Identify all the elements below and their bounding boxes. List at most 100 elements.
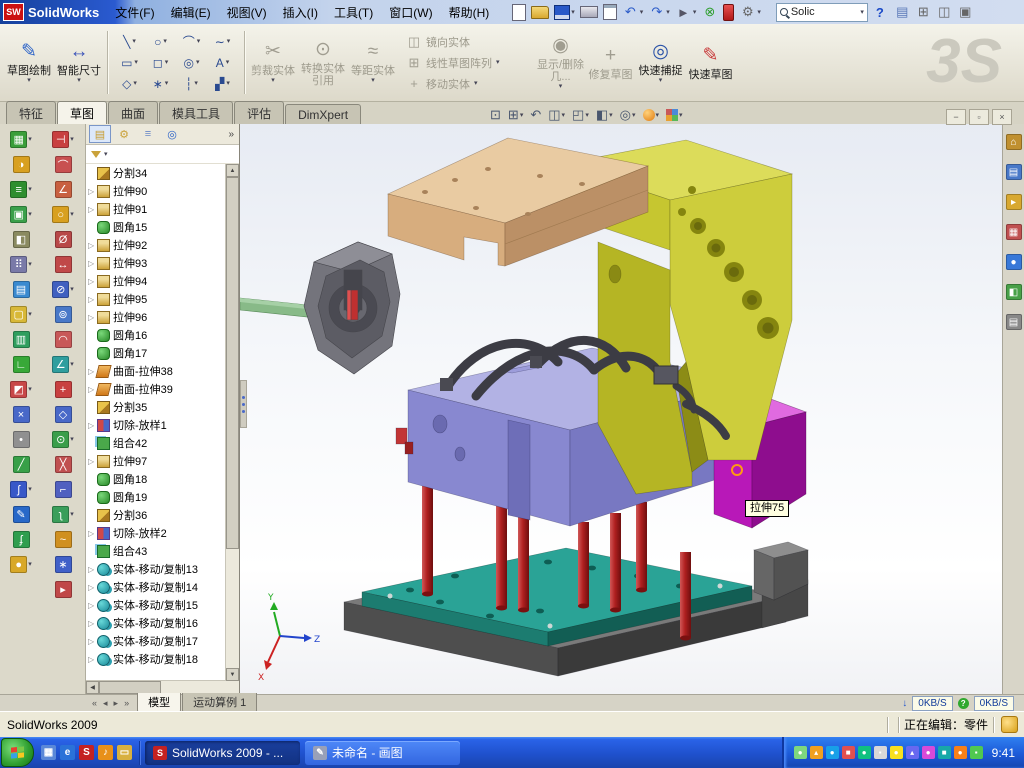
- left-tool-icon-colA-8[interactable]: ▥: [13, 327, 30, 352]
- featuremanager-tab[interactable]: ▤: [89, 125, 111, 143]
- tree-item-17[interactable]: 圆角18: [86, 470, 226, 488]
- polygon-icon[interactable]: ◇▾: [114, 73, 145, 94]
- left-tool-icon-colB-7[interactable]: ⊚: [55, 302, 72, 327]
- zoom-area-icon[interactable]: ⊞▾: [506, 106, 525, 124]
- doc-minimize-button[interactable]: −: [946, 109, 966, 125]
- expand-arrow-icon[interactable]: ▷: [88, 295, 97, 304]
- print-icon[interactable]: [579, 5, 599, 19]
- tree-item-26[interactable]: ▷实体-移动/复制17: [86, 632, 226, 650]
- rebuild-icon[interactable]: ⊗: [700, 3, 719, 21]
- left-tool-icon-colB-4[interactable]: Ø: [55, 227, 72, 252]
- expand-arrow-icon[interactable]: ▷: [88, 205, 97, 214]
- taskbar-task-0[interactable]: SSolidWorks 2009 - ...: [145, 741, 300, 765]
- left-tool-icon-colB-6[interactable]: ⊘▾: [52, 277, 74, 302]
- tree-item-20[interactable]: ▷切除-放样2: [86, 524, 226, 542]
- tray-icon-8[interactable]: ●: [922, 746, 935, 759]
- left-tool-icon-colA-1[interactable]: ◑: [13, 152, 30, 177]
- tree-item-6[interactable]: ▷拉伸94: [86, 272, 226, 290]
- expand-arrow-icon[interactable]: ▷: [88, 277, 97, 286]
- left-tool-icon-colA-5[interactable]: ⠿▾: [10, 252, 32, 277]
- model-canvas[interactable]: Y X Z: [240, 124, 1002, 694]
- tray-icon-5[interactable]: ▪: [874, 746, 887, 759]
- slot-icon[interactable]: ◻▾: [145, 52, 176, 73]
- circle-icon[interactable]: ○▾: [145, 31, 176, 52]
- menu-item-5[interactable]: 窗口(W): [381, 0, 440, 25]
- expand-arrow-icon[interactable]: ▷: [88, 421, 97, 430]
- tray-icon-11[interactable]: ▪: [970, 746, 983, 759]
- filter-dropdown-icon[interactable]: ▾: [104, 151, 108, 158]
- cmd-display-delete-relations[interactable]: ◉显示/删除几...▾: [536, 26, 586, 99]
- hide-show-items-icon[interactable]: ◎▾: [618, 106, 638, 124]
- model-tab-1[interactable]: 运动算例 1: [182, 693, 257, 713]
- tree-item-4[interactable]: ▷拉伸92: [86, 236, 226, 254]
- zoom-fit-icon[interactable]: ⊡: [488, 106, 503, 124]
- media-player-icon[interactable]: ♪: [98, 745, 113, 760]
- left-tool-icon-colB-14[interactable]: ⌐: [55, 477, 72, 502]
- hide-panes-icon[interactable]: ◫: [936, 4, 953, 20]
- left-tool-icon-colA-13[interactable]: ╱: [13, 452, 30, 477]
- expand-arrow-icon[interactable]: ▷: [88, 241, 97, 250]
- task-pane-icon[interactable]: ▤: [894, 4, 911, 20]
- options-icon[interactable]: ⚙▾: [738, 3, 762, 21]
- left-tool-icon-colA-7[interactable]: ▢▾: [10, 302, 32, 327]
- menu-item-0[interactable]: 文件(F): [107, 0, 162, 25]
- cmd-linear-sketch-pattern[interactable]: ⊞线性草图阵列▾: [402, 53, 504, 73]
- left-tool-icon-colB-3[interactable]: ○▾: [52, 202, 74, 227]
- left-tool-icon-colB-12[interactable]: ⊙▾: [52, 427, 74, 452]
- expand-arrow-icon[interactable]: ▷: [88, 187, 97, 196]
- left-tool-icon-colA-4[interactable]: ◧: [13, 227, 30, 252]
- new-document-icon[interactable]: [511, 3, 527, 22]
- tray-icon-6[interactable]: ●: [890, 746, 903, 759]
- left-tool-icon-colA-14[interactable]: ʃ▾: [10, 477, 32, 502]
- rectangle-icon[interactable]: ▭▾: [114, 52, 145, 73]
- scroll-down-icon[interactable]: ▼: [226, 668, 239, 681]
- tree-item-5[interactable]: ▷拉伸93: [86, 254, 226, 272]
- search-dropdown-icon[interactable]: ▾: [860, 9, 864, 16]
- left-tool-icon-colA-9[interactable]: ∟: [13, 352, 30, 377]
- spline-icon[interactable]: ∼▾: [207, 31, 238, 52]
- configurationmanager-tab[interactable]: ≡: [137, 125, 159, 143]
- cmd-smart-dimension[interactable]: ↔智能尺寸▾: [54, 26, 104, 99]
- expand-arrow-icon[interactable]: ▷: [88, 619, 97, 628]
- left-tool-icon-colB-18[interactable]: ▸: [55, 577, 72, 602]
- command-tab-2[interactable]: 曲面: [108, 101, 158, 124]
- left-tool-icon-colB-9[interactable]: ∠▾: [52, 352, 74, 377]
- menu-item-2[interactable]: 视图(V): [219, 0, 275, 25]
- design-library-icon[interactable]: ▤: [1006, 164, 1022, 180]
- left-tool-icon-colA-2[interactable]: ≡▾: [10, 177, 32, 202]
- panel-chevron-icon[interactable]: »: [228, 129, 236, 140]
- save-icon[interactable]: ▾: [553, 4, 576, 21]
- command-tab-5[interactable]: DimXpert: [285, 104, 361, 124]
- internet-explorer-icon[interactable]: e: [60, 745, 75, 760]
- tree-item-7[interactable]: ▷拉伸95: [86, 290, 226, 308]
- edit-appearance-icon[interactable]: ▾: [641, 108, 662, 122]
- tree-item-19[interactable]: 分割36: [86, 506, 226, 524]
- expand-arrow-icon[interactable]: ▷: [88, 583, 97, 592]
- tree-item-14[interactable]: ▷切除-放样1: [86, 416, 226, 434]
- left-tool-icon-colB-13[interactable]: ╳: [55, 452, 72, 477]
- apply-scene-icon[interactable]: ▾: [664, 108, 685, 122]
- left-tool-icon-colA-12[interactable]: •: [13, 427, 30, 452]
- file-properties-icon[interactable]: [722, 3, 735, 22]
- expand-arrow-icon[interactable]: ▷: [88, 637, 97, 646]
- model-tab-0[interactable]: 模型: [137, 693, 181, 713]
- centerline-icon[interactable]: ┆▾: [176, 73, 207, 94]
- graphics-area[interactable]: Y X Z 拉伸75: [240, 124, 1002, 694]
- tree-item-25[interactable]: ▷实体-移动/复制16: [86, 614, 226, 632]
- menu-item-6[interactable]: 帮助(H): [441, 0, 498, 25]
- open-icon[interactable]: [530, 5, 550, 20]
- taskbar-task-1[interactable]: ✎未命名 - 画图: [305, 741, 460, 765]
- point-icon[interactable]: ∗▾: [145, 73, 176, 94]
- left-tool-icon-colB-8[interactable]: ◠: [55, 327, 72, 352]
- cmd-convert-entities[interactable]: ⊙转换实体引用: [298, 26, 348, 99]
- left-tool-icon-colA-11[interactable]: ×: [13, 402, 30, 427]
- search-input[interactable]: Solic ▾: [776, 3, 868, 22]
- ellipse-icon[interactable]: ◎▾: [176, 52, 207, 73]
- cmd-move-entities[interactable]: +移动实体▾: [402, 74, 504, 94]
- tray-icon-9[interactable]: ■: [938, 746, 951, 759]
- scenes-icon[interactable]: ◧: [1006, 284, 1022, 300]
- scroll-up-icon[interactable]: ▲: [226, 164, 239, 177]
- dimxpertmanager-tab[interactable]: ◎: [161, 125, 183, 143]
- tree-item-22[interactable]: ▷实体-移动/复制13: [86, 560, 226, 578]
- hatch-icon[interactable]: ▞▾: [207, 73, 238, 94]
